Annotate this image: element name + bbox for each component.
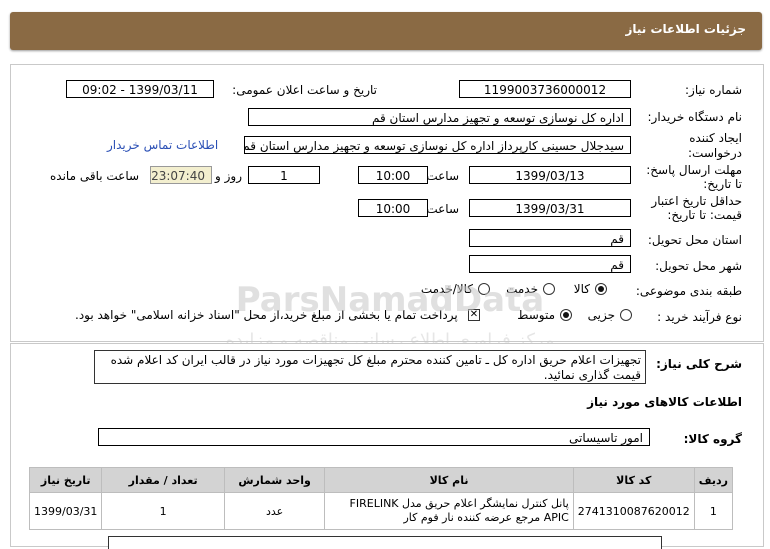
col-unit: واحد شمارش <box>223 467 326 493</box>
remaining-time-label: ساعت باقی مانده <box>50 169 140 183</box>
buyer-label: نام دستگاه خریدار: <box>647 110 743 124</box>
need-number-field: 1199003736000012 <box>459 80 631 98</box>
category-radio-goods-service[interactable] <box>478 283 490 295</box>
category-label: طبقه بندی موضوعی: <box>635 284 742 298</box>
payment-checkbox[interactable]: ✕ <box>468 309 480 321</box>
category-option-goods: کالا <box>573 282 590 296</box>
validity-label-line2: قیمت: تا تاریخ: <box>667 208 742 222</box>
days-remaining-field: 1 <box>248 166 320 184</box>
page-header: جزئیات اطلاعات نیاز <box>10 12 762 50</box>
validity-date-field: 1399/03/31 <box>469 199 631 217</box>
description-label: شرح کلی نیاز: <box>656 357 742 371</box>
province-label: استان محل تحویل: <box>647 233 742 247</box>
announce-date-field: 1399/03/11 - 09:02 <box>66 80 214 98</box>
category-option-service: خدمت <box>506 282 538 296</box>
cell-code: 2741310087620012 <box>572 492 695 530</box>
buyer-field: اداره کل نوسازی توسعه و تجهیز مدارس استا… <box>248 108 631 126</box>
deadline-date-field: 1399/03/13 <box>469 166 631 184</box>
cell-row: 1 <box>693 492 734 530</box>
contact-buyer-link[interactable]: اطلاعات تماس خریدار <box>107 138 218 152</box>
goods-group-label: گروه کالا: <box>683 432 742 446</box>
category-radio-service[interactable] <box>543 283 555 295</box>
deadline-time-field: 10:00 <box>358 166 428 184</box>
category-radio-goods[interactable] <box>595 283 607 295</box>
page-title: جزئیات اطلاعات نیاز <box>625 22 746 36</box>
table-row: 1 2741310087620012 پانل کنترل نمایشگر اع… <box>28 492 734 530</box>
remaining-time-field: 23:07:40 <box>150 166 212 184</box>
process-radio-medium[interactable] <box>560 309 572 321</box>
col-qty: تعداد / مقدار <box>101 467 225 493</box>
validity-time-label: ساعت <box>426 202 459 216</box>
payment-note: پرداخت تمام یا بخشی از مبلغ خرید،از محل … <box>75 308 458 322</box>
city-field: قم <box>469 255 631 273</box>
process-label: نوع فرآیند خرید : <box>657 310 742 324</box>
process-option-medium: متوسط <box>517 308 555 322</box>
next-description-box <box>108 536 662 549</box>
category-option-goods-service: کالا/خدمت <box>420 282 473 296</box>
creator-label-line1: ایجاد کننده <box>689 131 742 145</box>
cell-date: 1399/03/31 <box>28 492 103 530</box>
creator-label-line2: درخواست: <box>688 146 742 160</box>
goods-table: ردیف کد کالا نام کالا واحد شمارش تعداد /… <box>28 467 734 530</box>
process-option-minor: جزیی <box>587 308 615 322</box>
days-label: روز و <box>215 169 242 183</box>
description-text: تجهیزات اعلام حریق اداره کل ـ تامین کنند… <box>94 350 646 384</box>
goods-section-title: اطلاعات کالاهای مورد نیاز <box>587 395 742 409</box>
deadline-label-line2: تا تاریخ: <box>703 177 742 191</box>
cell-name: پانل کنترل نمایشگر اعلام حریق مدل FIRELI… <box>324 492 574 530</box>
goods-table-header: ردیف کد کالا نام کالا واحد شمارش تعداد /… <box>28 467 734 493</box>
col-row: ردیف <box>693 467 734 493</box>
col-name: نام کالا <box>324 467 574 493</box>
col-code: کد کالا <box>572 467 695 493</box>
creator-field: سیدجلال حسینی کارپرداز اداره کل نوسازی ت… <box>244 136 631 154</box>
announce-date-label: تاریخ و ساعت اعلان عمومی: <box>232 83 377 97</box>
process-radio-minor[interactable] <box>620 309 632 321</box>
validity-label-line1: حداقل تاریخ اعتبار <box>651 194 742 208</box>
need-number-label: شماره نیاز: <box>685 83 742 97</box>
deadline-label-line1: مهلت ارسال پاسخ: <box>646 163 742 177</box>
province-field: قم <box>469 229 631 247</box>
city-label: شهر محل تحویل: <box>655 259 742 273</box>
validity-time-field: 10:00 <box>358 199 428 217</box>
col-date: تاریخ نیاز <box>28 467 103 493</box>
cell-unit: عدد <box>223 492 326 530</box>
deadline-time-label: ساعت <box>426 169 459 183</box>
cell-qty: 1 <box>101 492 225 530</box>
goods-group-field: امور تاسیساتی <box>98 428 650 446</box>
